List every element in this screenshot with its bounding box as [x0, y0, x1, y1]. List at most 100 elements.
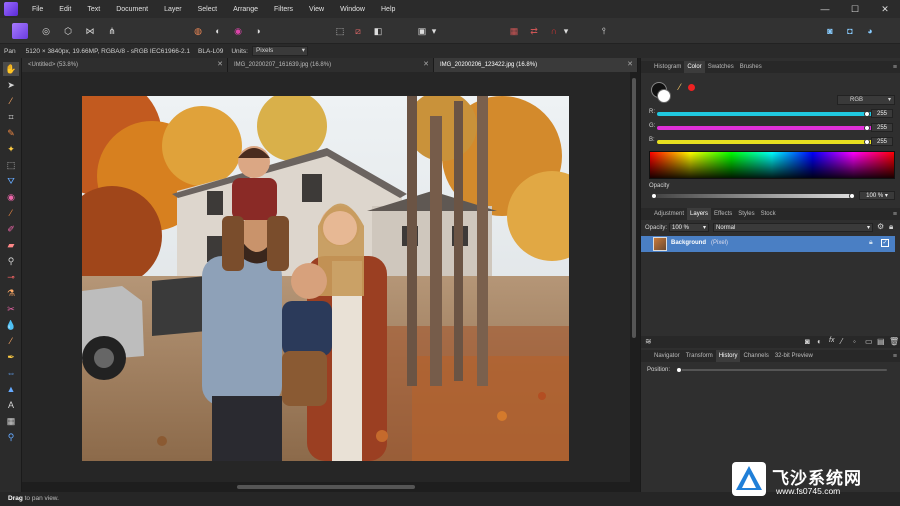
delete-layer-icon[interactable]: 🗑︎ — [889, 337, 899, 346]
stroke-color-swatch[interactable] — [657, 89, 671, 103]
develop-persona-icon[interactable]: ⬡ — [60, 23, 76, 39]
fx-icon[interactable]: fx — [829, 337, 834, 344]
node-tool-icon[interactable]: ⇔ — [3, 366, 19, 380]
live-filter-icon[interactable]: ⁄ — [841, 337, 842, 346]
menu-edit[interactable]: Edit — [51, 6, 79, 13]
move-tool-icon[interactable]: ➤ — [3, 78, 19, 92]
gradient-tool-icon[interactable]: ◉ — [3, 190, 19, 204]
panel-menu-icon[interactable]: ≡ — [893, 64, 897, 71]
menu-window[interactable]: Window — [332, 6, 373, 13]
studio-icon[interactable]: ◕ — [862, 23, 878, 39]
units-select[interactable]: Pixels ▾ — [251, 46, 308, 56]
grid-icon[interactable]: ▦ — [506, 23, 522, 39]
shape-tool-icon[interactable]: ▲ — [3, 382, 19, 396]
vertical-scroll-thumb[interactable] — [632, 78, 636, 338]
quick-mask-dropdown-icon[interactable]: ▾ — [430, 23, 438, 39]
history-position-knob[interactable] — [676, 367, 682, 373]
quick-mask-icon[interactable]: ▣ — [414, 23, 430, 39]
green-slider[interactable] — [657, 126, 873, 130]
color-model-select[interactable]: RGB ▾ — [837, 95, 895, 105]
menu-select[interactable]: Select — [190, 6, 225, 13]
tab-img-161639[interactable]: IMG_20200207_161639.jpg (16.8%) ✕ — [228, 58, 434, 72]
photo-persona-icon[interactable] — [12, 23, 28, 39]
pin-icon[interactable]: ⫯ — [596, 23, 612, 39]
tab-stock[interactable]: Stock — [758, 208, 779, 220]
assistant-icon[interactable]: ⇄ — [526, 23, 542, 39]
tab-navigator[interactable]: Navigator — [651, 350, 683, 362]
maximize-icon[interactable]: ☐ — [840, 0, 870, 18]
blur-tool-icon[interactable]: 💧 — [3, 318, 19, 332]
blue-value[interactable]: 255 — [871, 137, 893, 146]
green-value[interactable]: 255 — [871, 123, 893, 132]
mesh-warp-icon[interactable]: ▦ — [3, 414, 19, 428]
layer-settings-icon[interactable]: ⚙ — [877, 222, 884, 231]
menu-document[interactable]: Document — [108, 6, 156, 13]
pixel-layer-icon[interactable]: ◦ — [853, 337, 856, 346]
vertical-scrollbar[interactable] — [630, 72, 638, 482]
dodge-tool-icon[interactable]: ⚲ — [3, 254, 19, 268]
erase-tool-icon[interactable]: ▰ — [3, 238, 19, 252]
history-position-slider[interactable] — [677, 369, 887, 371]
adjustment-icon[interactable]: ◐ — [817, 337, 822, 346]
flood-fill-icon[interactable]: ⛛ — [3, 174, 19, 188]
menu-filters[interactable]: Filters — [266, 6, 301, 13]
color-opacity-slider[interactable] — [655, 194, 851, 198]
liquify-persona-icon[interactable]: ◎ — [38, 23, 54, 39]
tab-brushes[interactable]: Brushes — [737, 61, 765, 73]
red-eye-icon[interactable]: ✂ — [3, 302, 19, 316]
auto-levels-icon[interactable]: ◍ — [190, 23, 206, 39]
zoom-tool-icon[interactable]: ⚲ — [3, 430, 19, 444]
add-layer-icon[interactable]: ▤ — [877, 337, 885, 346]
layer-opacity-input[interactable]: 100 % ▾ — [669, 223, 709, 232]
tab-adjustment[interactable]: Adjustment — [651, 208, 687, 220]
tab-history[interactable]: History — [715, 350, 741, 362]
color-replace-icon[interactable]: ✐ — [3, 222, 19, 236]
eyedropper-icon[interactable]: ⁄ — [679, 82, 681, 92]
tab-channels[interactable]: Channels — [740, 350, 771, 362]
tab-effects[interactable]: Effects — [711, 208, 735, 220]
lock-icon[interactable]: 🔒︎ — [889, 222, 893, 232]
tab-histogram[interactable]: Histogram — [651, 61, 684, 73]
menu-file[interactable]: File — [24, 6, 51, 13]
color-picker-icon[interactable]: ⁄ — [3, 94, 19, 108]
panel-menu-icon[interactable]: ≡ — [893, 211, 897, 218]
tab-untitled[interactable]: <Untitled> (53.8%) ✕ — [22, 58, 228, 72]
auto-contrast-icon[interactable]: ◐ — [210, 23, 226, 39]
blemish-tool-icon[interactable]: ⚗ — [3, 286, 19, 300]
red-slider[interactable] — [657, 112, 873, 116]
color-spectrum[interactable] — [649, 151, 895, 179]
close-tab-icon[interactable]: ✕ — [627, 58, 633, 72]
blue-slider[interactable] — [657, 140, 873, 144]
color-opacity-knob-left[interactable] — [651, 193, 657, 199]
tab-transform[interactable]: Transform — [683, 350, 716, 362]
layer-visibility-checkbox[interactable]: ✓ — [881, 239, 889, 247]
layer-row-background[interactable]: Background (Pixel) 🔒︎ ✓ — [641, 236, 895, 252]
invert-selection-icon[interactable]: ◧ — [370, 23, 386, 39]
tab-color[interactable]: Color — [684, 61, 705, 73]
arrange-icon[interactable]: ◙ — [822, 23, 838, 39]
menu-layer[interactable]: Layer — [156, 6, 190, 13]
marquee-tool-icon[interactable]: ⬚ — [3, 158, 19, 172]
deselect-icon[interactable]: ⧄ — [350, 23, 366, 39]
clone-tool-icon[interactable]: ⊸ — [3, 270, 19, 284]
horizontal-scroll-thumb[interactable] — [237, 485, 415, 489]
menu-arrange[interactable]: Arrange — [225, 6, 266, 13]
text-tool-icon[interactable]: A — [3, 398, 19, 412]
tab-32bit-preview[interactable]: 32-bit Preview — [772, 350, 816, 362]
blue-slider-knob[interactable] — [864, 139, 870, 145]
tab-layers[interactable]: Layers — [687, 208, 712, 220]
family-photo[interactable] — [82, 96, 569, 461]
red-slider-knob[interactable] — [864, 111, 870, 117]
selection-brush-icon[interactable]: ✦ — [3, 142, 19, 156]
mask-icon[interactable]: ◙ — [805, 337, 810, 346]
color-opacity-value[interactable]: 100 % ▾ — [859, 191, 895, 200]
boolean-icon[interactable]: ◘ — [842, 23, 858, 39]
brush-tool-icon[interactable]: ⁄ — [3, 206, 19, 220]
tone-mapping-persona-icon[interactable]: ⋈ — [82, 23, 98, 39]
green-slider-knob[interactable] — [864, 125, 870, 131]
pen-tool-icon[interactable]: ✒ — [3, 350, 19, 364]
layer-stack-icon[interactable]: ≋ — [645, 337, 652, 346]
auto-white-balance-icon[interactable]: ◑ — [250, 23, 266, 39]
pan-tool-icon[interactable]: ✋ — [3, 62, 19, 76]
color-opacity-knob[interactable] — [849, 193, 855, 199]
